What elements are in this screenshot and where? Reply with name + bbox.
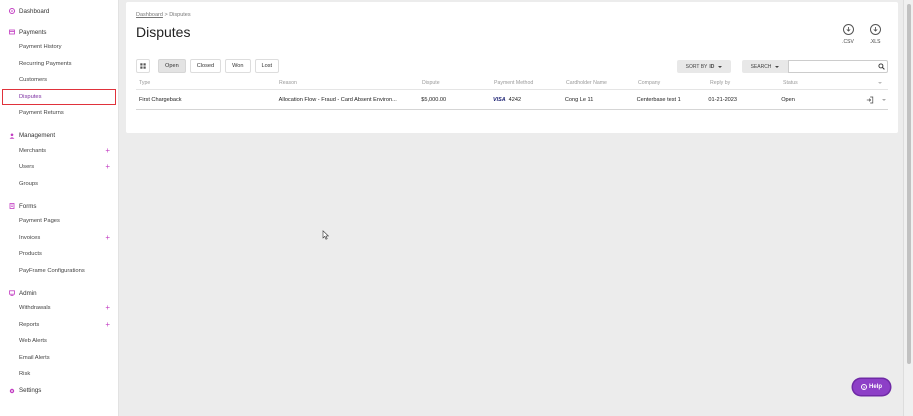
- sidebar-section-label: Management: [19, 132, 56, 139]
- cell-payment-method: VISA 4242: [493, 97, 565, 103]
- export-xls-button[interactable]: .XLS: [866, 24, 884, 45]
- sidebar-item-payframe-configurations[interactable]: PayFrame Configurations: [0, 263, 118, 280]
- scrollbar-thumb[interactable]: [907, 4, 911, 364]
- export-csv-label: .CSV: [842, 39, 854, 45]
- cell-cardholder-name: Cong Le 11: [564, 96, 594, 103]
- header-cardholder-name[interactable]: Cardholder Name: [566, 80, 638, 86]
- help-label: Help: [868, 384, 882, 390]
- add-invoice-button[interactable]: +: [105, 233, 110, 242]
- add-report-button[interactable]: +: [105, 320, 110, 329]
- disputes-panel: Dashboard > Disputes Disputes .CSV .XLS …: [126, 2, 898, 133]
- cell-reply-by: 01-21-2023: [708, 96, 738, 103]
- sidebar-item-label: Settings: [19, 387, 42, 394]
- sidebar-section-payments[interactable]: Payments: [0, 25, 118, 39]
- sidebar-item-reports[interactable]: Reports +: [0, 317, 118, 334]
- tab-won[interactable]: Won: [225, 59, 251, 73]
- header-dispute[interactable]: Dispute: [422, 80, 494, 86]
- tab-closed[interactable]: Closed: [189, 59, 222, 73]
- cell-type: First Chargeback: [139, 96, 182, 103]
- question-icon: ?: [860, 384, 867, 390]
- add-merchant-button[interactable]: +: [105, 146, 110, 155]
- sidebar-item-users[interactable]: Users +: [0, 159, 118, 176]
- sidebar-item-products[interactable]: Products: [0, 246, 118, 263]
- export-xls-label: .XLS: [869, 39, 881, 45]
- header-reply-by[interactable]: Reply by: [710, 80, 783, 86]
- cell-status: Open: [781, 96, 795, 103]
- sidebar-section-management[interactable]: Management: [0, 129, 118, 143]
- sidebar-item-payment-history[interactable]: Payment History: [0, 39, 118, 56]
- sidebar-item-groups[interactable]: Groups: [0, 176, 118, 193]
- sidebar-item-disputes[interactable]: Disputes: [2, 88, 116, 105]
- search-field-dropdown[interactable]: SEARCH: [742, 60, 788, 73]
- sidebar-section-admin[interactable]: Admin: [0, 286, 118, 300]
- disputes-table: Type Reason Dispute Payment Method Cardh…: [136, 76, 888, 110]
- sidebar-section-label: Payments: [19, 28, 47, 36]
- dashboard-icon: [9, 8, 15, 14]
- sidebar-section-forms[interactable]: Forms: [0, 199, 118, 213]
- table-header: Type Reason Dispute Payment Method Cardh…: [136, 76, 888, 90]
- card-last4: 4242: [508, 96, 522, 103]
- search-input[interactable]: [788, 60, 888, 73]
- gear-icon: [9, 388, 15, 394]
- filter-toolbar: Open Closed Won Lost: [136, 59, 283, 73]
- tab-lost[interactable]: Lost: [254, 59, 280, 73]
- export-csv-button[interactable]: .CSV: [839, 24, 857, 45]
- table-row[interactable]: First Chargeback Allocation Flow - Fraud…: [136, 90, 888, 110]
- header-payment-method[interactable]: Payment Method: [494, 80, 566, 86]
- sidebar-item-merchants[interactable]: Merchants +: [0, 143, 118, 160]
- cell-dispute: $5,000.00: [421, 96, 447, 103]
- sort-value: ID: [709, 63, 715, 70]
- breadcrumb: Dashboard > Disputes: [136, 12, 191, 18]
- search-label: SEARCH: [750, 63, 772, 70]
- sidebar-item-dashboard[interactable]: Dashboard: [0, 4, 118, 18]
- chevron-down-icon[interactable]: [881, 98, 886, 101]
- chevron-down-icon[interactable]: [878, 81, 882, 84]
- cell-company: Centerbase test 1: [636, 96, 681, 103]
- column-toggle-button[interactable]: [136, 59, 150, 73]
- sidebar-section-label: Forms: [19, 202, 37, 210]
- download-icon: [842, 24, 854, 35]
- breadcrumb-dashboard-link[interactable]: Dashboard: [136, 12, 163, 18]
- breadcrumb-separator: >: [164, 12, 168, 18]
- page-scrollbar[interactable]: [903, 0, 913, 416]
- visa-icon: VISA: [493, 96, 506, 103]
- tab-open[interactable]: Open: [158, 59, 186, 73]
- sidebar-item-risk[interactable]: Risk: [0, 366, 118, 383]
- card-icon: [9, 29, 15, 35]
- sidebar-section-label: Admin: [19, 289, 37, 297]
- header-type[interactable]: Type: [136, 80, 279, 86]
- sort-label: SORT BY: [685, 63, 708, 70]
- sidebar-item-recurring-payments[interactable]: Recurring Payments: [0, 56, 118, 73]
- sidebar-item-customers[interactable]: Customers: [0, 72, 118, 89]
- person-icon: [9, 133, 15, 139]
- help-button[interactable]: ? Help: [853, 379, 890, 395]
- breadcrumb-current: Disputes: [169, 12, 191, 18]
- cell-reason: Allocation Flow - Fraud - Card Absent En…: [278, 96, 397, 103]
- search-icon[interactable]: [878, 63, 885, 70]
- grid-icon: [140, 63, 146, 69]
- page-title: Disputes: [136, 24, 191, 40]
- document-icon: [9, 203, 15, 209]
- sidebar-item-settings[interactable]: Settings: [0, 384, 118, 398]
- header-reason[interactable]: Reason: [279, 80, 422, 86]
- add-withdrawal-button[interactable]: +: [105, 304, 110, 312]
- monitor-icon: [9, 290, 15, 296]
- sidebar-item-label: Dashboard: [19, 7, 50, 15]
- open-dispute-icon[interactable]: [866, 96, 874, 104]
- sidebar-item-payment-returns[interactable]: Payment Returns: [0, 105, 118, 122]
- sidebar-item-payment-pages[interactable]: Payment Pages: [0, 213, 118, 230]
- chevron-down-icon: [775, 65, 780, 68]
- mouse-cursor-icon: [322, 230, 330, 240]
- add-user-button[interactable]: +: [105, 163, 110, 171]
- sidebar-item-invoices[interactable]: Invoices +: [0, 230, 118, 247]
- chevron-down-icon: [718, 65, 723, 68]
- sidebar: Dashboard Payments Payment History Recur…: [0, 0, 119, 416]
- header-company[interactable]: Company: [638, 80, 710, 86]
- sort-by-dropdown[interactable]: SORT BY ID: [677, 60, 731, 73]
- header-status[interactable]: Status: [783, 80, 868, 86]
- sidebar-item-web-alerts[interactable]: Web Alerts: [0, 333, 118, 350]
- sidebar-item-withdrawals[interactable]: Withdrawals +: [0, 300, 118, 317]
- sidebar-item-email-alerts[interactable]: Email Alerts: [0, 350, 118, 367]
- download-icon: [869, 24, 881, 35]
